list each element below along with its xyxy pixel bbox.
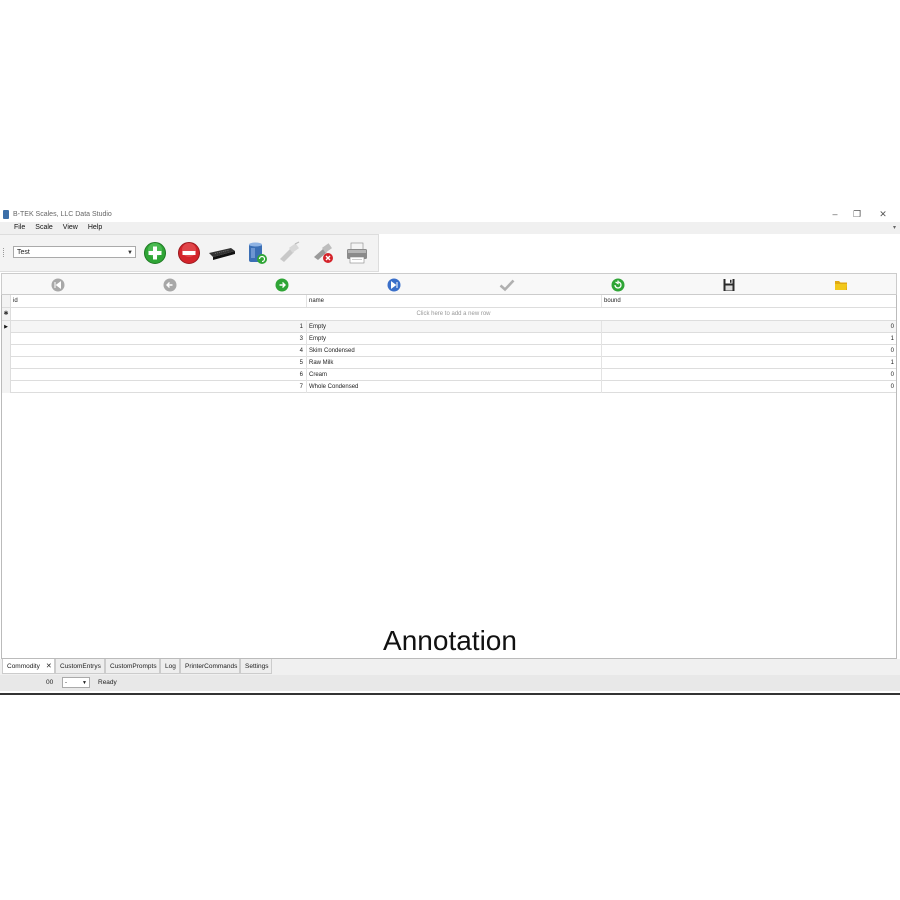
next-record-icon[interactable] [275,278,289,292]
scale-select-value: Test [17,249,30,256]
table-row[interactable]: 7 Whole Condensed 0 [2,381,896,393]
disconnect-icon[interactable] [311,241,335,265]
tab-commodity[interactable]: Commodity ✕ [2,659,55,674]
table-row[interactable]: 4 Skim Condensed 0 [2,345,896,357]
cell-name[interactable]: Empty [307,321,602,333]
status-code: 00 [46,679,54,686]
row-selector[interactable] [2,333,11,345]
header-corner [2,295,11,307]
connect-icon[interactable] [277,241,301,265]
column-header-id[interactable]: id [11,295,307,307]
tab-printercommands[interactable]: PrinterCommands [180,659,240,674]
status-select[interactable]: - ▼ [62,677,90,688]
new-row[interactable]: ✱ Click here to add a new row [2,308,896,321]
cell-name[interactable]: Cream [307,369,602,381]
commodity-grid: id name bound ✱ Click here to add a new … [1,295,897,659]
app-window: B-TEK Scales, LLC Data Studio – ❐ ✕ File… [0,207,900,695]
save-icon[interactable] [722,278,736,292]
close-tab-icon[interactable]: ✕ [46,663,52,670]
window-title: B-TEK Scales, LLC Data Studio [13,211,112,218]
menu-help[interactable]: Help [83,222,107,234]
status-select-value: - [65,680,67,686]
table-row[interactable]: ▶ 1 Empty 0 [2,321,896,333]
remove-scale-icon[interactable] [177,241,201,265]
tab-customprompts[interactable]: CustomPrompts [105,659,160,674]
last-record-icon[interactable] [387,278,401,292]
restore-button[interactable]: ❐ [846,207,868,222]
document-tabs: Commodity ✕ CustomEntrys CustomPrompts Lo… [0,659,900,675]
cell-id[interactable]: 3 [11,333,307,345]
cell-id[interactable]: 6 [11,369,307,381]
current-row-indicator-icon: ▶ [2,321,11,333]
add-scale-icon[interactable] [143,241,167,265]
chevron-down-icon: ▼ [82,680,87,686]
minimize-button[interactable]: – [824,207,846,222]
menu-file[interactable]: File [9,222,30,234]
cell-bound[interactable]: 0 [602,369,896,381]
cell-name[interactable]: Skim Condensed [307,345,602,357]
cell-id[interactable]: 5 [11,357,307,369]
database-refresh-icon[interactable] [245,241,269,265]
row-selector[interactable] [2,357,11,369]
row-selector[interactable] [2,345,11,357]
printer-icon[interactable] [345,241,369,265]
menu-overflow-icon[interactable]: ▾ [893,222,896,234]
first-record-icon[interactable] [51,278,65,292]
row-selector[interactable] [2,369,11,381]
new-row-hint: Click here to add a new row [416,311,491,317]
tab-settings[interactable]: Settings [240,659,272,674]
cell-bound[interactable]: 1 [602,333,896,345]
cell-id[interactable]: 4 [11,345,307,357]
toolbar: Test ▼ [0,234,379,272]
menu-scale[interactable]: Scale [30,222,58,234]
close-button[interactable]: ✕ [872,207,894,222]
column-header-name[interactable]: name [307,295,602,307]
cell-id[interactable]: 7 [11,381,307,393]
table-row[interactable]: 3 Empty 1 [2,333,896,345]
column-header-bound[interactable]: bound [602,295,896,307]
cell-id[interactable]: 1 [11,321,307,333]
title-bar: B-TEK Scales, LLC Data Studio – ❐ ✕ [0,207,900,222]
scale-select[interactable]: Test ▼ [13,246,136,258]
status-bar: 00 - ▼ Ready [0,675,900,691]
new-row-marker-icon: ✱ [2,308,11,320]
previous-record-icon[interactable] [163,278,177,292]
annotation-label: Annotation [383,625,517,656]
row-selector[interactable] [2,381,11,393]
cell-name[interactable]: Whole Condensed [307,381,602,393]
table-row[interactable]: 6 Cream 0 [2,369,896,381]
confirm-check-icon[interactable] [499,278,515,292]
cell-bound[interactable]: 0 [602,381,896,393]
tab-log[interactable]: Log [160,659,180,674]
scale-device-icon[interactable] [207,241,237,265]
status-text: Ready [98,679,117,686]
cell-bound[interactable]: 0 [602,345,896,357]
toolbar-grip[interactable] [3,248,6,257]
cell-name[interactable]: Raw Milk [307,357,602,369]
open-folder-icon[interactable] [834,278,848,292]
grid-header: id name bound [2,295,896,308]
menu-bar: File Scale View Help ▾ [0,222,900,234]
table-row[interactable]: 5 Raw Milk 1 [2,357,896,369]
tab-customentrys[interactable]: CustomEntrys [55,659,105,674]
cell-bound[interactable]: 1 [602,357,896,369]
navigator-bar [1,273,897,295]
cell-bound[interactable]: 0 [602,321,896,333]
cell-name[interactable]: Empty [307,333,602,345]
chevron-down-icon: ▼ [127,250,133,256]
tab-commodity-label: Commodity [7,663,40,670]
app-icon [3,210,9,219]
menu-view[interactable]: View [58,222,83,234]
refresh-icon[interactable] [611,278,625,292]
